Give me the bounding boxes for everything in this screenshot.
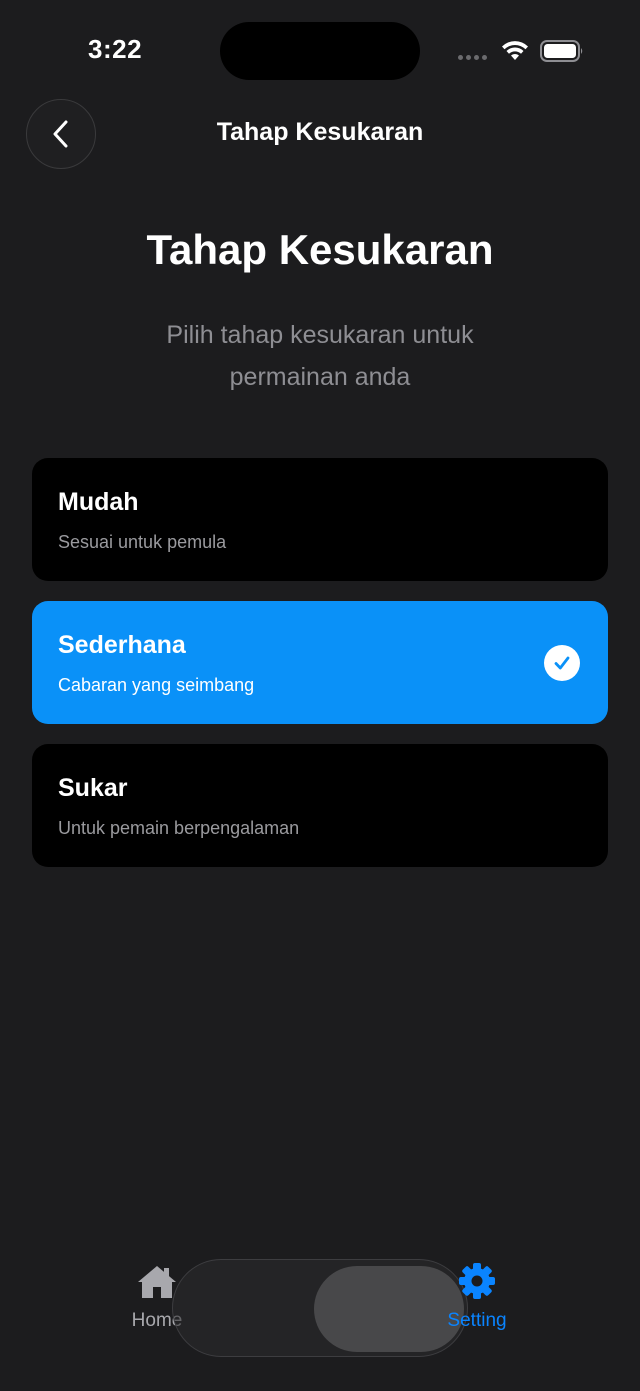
option-title: Mudah xyxy=(58,488,139,516)
option-description: Sesuai untuk pemula xyxy=(58,532,227,552)
checkmark-icon xyxy=(544,645,580,681)
gear-icon xyxy=(459,1263,495,1299)
option-description: Untuk pemain berpengalaman xyxy=(58,818,300,838)
page-subtitle: Pilih tahap kesukaran untuk permainan an… xyxy=(166,321,474,391)
option-title: Sukar xyxy=(58,774,128,802)
option-sederhana[interactable]: Sederhana Cabaran yang seimbang xyxy=(32,601,608,724)
dynamic-island xyxy=(220,22,420,80)
screen: 3:22 Tahap Kesukaran Tahap Kesukaran Pil… xyxy=(0,0,640,1391)
option-sukar[interactable]: Sukar Untuk pemain berpengalaman xyxy=(32,744,608,867)
battery-icon xyxy=(540,40,583,62)
page-title: Tahap Kesukaran xyxy=(146,226,494,273)
status-time: 3:22 xyxy=(88,34,143,64)
option-mudah[interactable]: Mudah Sesuai untuk pemula xyxy=(32,458,608,581)
cellular-signal-icon xyxy=(458,55,487,60)
wifi-icon xyxy=(502,41,528,60)
house-icon xyxy=(138,1266,176,1298)
option-description: Cabaran yang seimbang xyxy=(58,675,255,695)
tab-setting[interactable]: Setting xyxy=(417,1262,537,1332)
option-title: Sederhana xyxy=(58,631,186,659)
nav-title: Tahap Kesukaran xyxy=(216,118,424,146)
tab-label: Setting xyxy=(447,1310,507,1331)
